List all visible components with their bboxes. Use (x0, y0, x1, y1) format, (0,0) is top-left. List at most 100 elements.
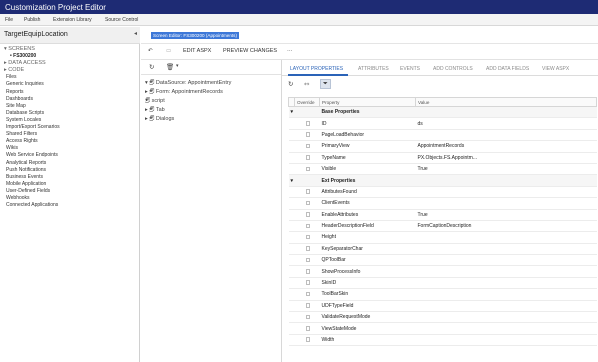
grid-row[interactable]: Visible True (288, 163, 597, 176)
grid-row[interactable]: ID ds (288, 117, 597, 130)
menu-publish[interactable]: Publish (24, 17, 40, 23)
override-checkbox[interactable] (305, 291, 311, 297)
fit-columns-icon[interactable]: ⇿ (304, 80, 309, 88)
property-value[interactable]: True (415, 163, 597, 176)
property-value[interactable] (415, 265, 597, 278)
property-value[interactable] (415, 243, 597, 256)
property-value[interactable] (415, 288, 597, 301)
override-checkbox[interactable] (305, 246, 311, 251)
property-value[interactable] (415, 322, 597, 335)
tree-item[interactable]: Wikis (0, 145, 140, 152)
grid-row[interactable]: ClientEvents (288, 197, 597, 210)
tree-node-form[interactable]: ▸ 🗊 Form: AppointmentRecords (145, 88, 223, 97)
property-value[interactable]: AppointmentRecords (415, 140, 597, 153)
property-value[interactable] (415, 174, 597, 187)
refresh-icon[interactable]: ↻ (149, 63, 154, 71)
property-value[interactable] (415, 231, 597, 244)
tree-node-datasource[interactable]: ▾ 🗊 DataSource: AppointmentEntry (145, 79, 231, 88)
tree-item[interactable]: Import/Export Scenarios (0, 124, 140, 131)
tree-category-code[interactable]: ▸ CODE (0, 67, 140, 74)
tree-item[interactable]: Connected Applications (0, 202, 140, 209)
more-options-button[interactable]: ··· (287, 48, 293, 54)
override-checkbox[interactable] (305, 326, 311, 331)
override-checkbox[interactable] (305, 200, 311, 206)
override-checkbox[interactable] (305, 132, 311, 137)
dropdown-arrow-icon[interactable]: ▾ (176, 63, 179, 69)
tree-item[interactable]: User-Defined Fields (0, 188, 140, 195)
refresh-icon[interactable]: ↻ (288, 80, 293, 88)
tab-add-controls[interactable]: ADD CONTROLS (433, 66, 473, 72)
collapse-panel-icon[interactable]: ◂ (134, 30, 137, 37)
override-checkbox[interactable] (305, 155, 311, 160)
tree-item[interactable]: Files (0, 74, 140, 81)
menu-source-control[interactable]: Source Control (105, 17, 138, 23)
project-name[interactable]: TargetEquipLocation ◂ (0, 27, 140, 44)
override-checkbox[interactable] (305, 212, 311, 217)
tree-item[interactable]: Access Rights (0, 138, 140, 145)
grid-row[interactable]: QPToolBar (288, 254, 597, 267)
tree-item[interactable]: Site Map (0, 103, 140, 110)
tree-item[interactable]: Shared Filters (0, 131, 140, 138)
tab-attributes[interactable]: ATTRIBUTES (358, 66, 389, 72)
column-header-value[interactable]: Value (415, 97, 597, 107)
property-value[interactable] (415, 311, 597, 324)
delete-icon[interactable]: 🗑 (166, 63, 174, 71)
column-header-property[interactable]: Property (319, 97, 416, 107)
column-header-override[interactable]: Override (294, 97, 320, 107)
tree-node-tab[interactable]: ▸ 🗊 Tab (145, 106, 165, 115)
grid-row[interactable]: Height (288, 231, 597, 244)
property-value[interactable]: ds (415, 117, 597, 130)
tree-category-data-access[interactable]: ▸ DATA ACCESS (0, 60, 140, 67)
property-value[interactable]: PX.Objects.FS.Appointm... (415, 152, 597, 164)
preview-changes-button[interactable]: PREVIEW CHANGES (223, 48, 277, 54)
breadcrumb[interactable]: Screen Editor: FS300200 (Appointments) (151, 32, 240, 39)
property-value[interactable] (415, 186, 597, 199)
filter-button[interactable]: ⏷ (320, 79, 331, 89)
grid-row[interactable]: PrimaryView AppointmentRecords (288, 140, 597, 153)
tree-item[interactable]: Push Notifications (0, 167, 140, 174)
override-checkbox[interactable] (305, 269, 311, 274)
property-value[interactable] (415, 197, 597, 210)
override-checkbox[interactable] (305, 234, 311, 240)
tree-item[interactable]: Business Events (0, 174, 140, 181)
property-value[interactable] (415, 300, 597, 313)
grid-row[interactable]: PageLoadBehavior (288, 129, 597, 142)
tree-item-screen-fs300200[interactable]: • FS300200 (0, 53, 140, 60)
property-value[interactable]: FormCaptionDescription (415, 220, 597, 233)
tree-item[interactable]: Reports (0, 89, 140, 96)
grid-group-row[interactable]: ▾ Ext Properties (288, 174, 597, 187)
grid-row[interactable]: ShowProcessInfo (288, 265, 597, 278)
tree-item[interactable]: Webhooks (0, 195, 140, 202)
tab-layout-properties[interactable]: LAYOUT PROPERTIES (290, 66, 343, 72)
override-checkbox[interactable] (305, 166, 311, 172)
tab-add-data-fields[interactable]: ADD DATA FIELDS (486, 66, 529, 72)
tree-item[interactable]: Analytical Reports (0, 160, 140, 167)
tab-events[interactable]: EVENTS (400, 66, 420, 72)
override-checkbox[interactable] (305, 121, 311, 126)
grid-row[interactable]: UDFTypeField (288, 300, 597, 313)
grid-row[interactable]: AttributesFound (288, 186, 597, 199)
menu-file[interactable]: File (5, 17, 13, 23)
grid-row[interactable]: KeySeparatorChar (288, 243, 597, 256)
menu-extension-library[interactable]: Extension Library (53, 17, 92, 23)
override-checkbox[interactable] (305, 223, 311, 229)
tree-item[interactable]: Dashboards (0, 96, 140, 103)
override-checkbox[interactable] (305, 314, 311, 320)
save-icon[interactable]: ▭ (166, 48, 171, 54)
grid-group-row[interactable]: ▾ Base Properties (288, 106, 597, 119)
tree-item[interactable]: Generic Inquiries (0, 81, 140, 88)
grid-row[interactable]: TypeName PX.Objects.FS.Appointm... (288, 152, 597, 164)
override-checkbox[interactable] (305, 280, 311, 285)
grid-row[interactable]: Width (288, 334, 597, 347)
tab-view-aspx[interactable]: VIEW ASPX (542, 66, 569, 72)
undo-icon[interactable]: ↶ (148, 48, 153, 54)
property-value[interactable]: True (415, 209, 597, 221)
tree-item[interactable]: System Locales (0, 117, 140, 124)
tree-item[interactable]: Database Scripts (0, 110, 140, 117)
property-value[interactable] (415, 106, 597, 119)
tree-node-dialogs[interactable]: ▸ 🗊 Dialogs (145, 115, 174, 124)
grid-row[interactable]: ToolBarSkin (288, 288, 597, 301)
property-value[interactable] (415, 129, 597, 142)
edit-aspx-button[interactable]: EDIT ASPX (183, 48, 211, 54)
grid-row[interactable]: EnableAttributes True (288, 209, 597, 221)
